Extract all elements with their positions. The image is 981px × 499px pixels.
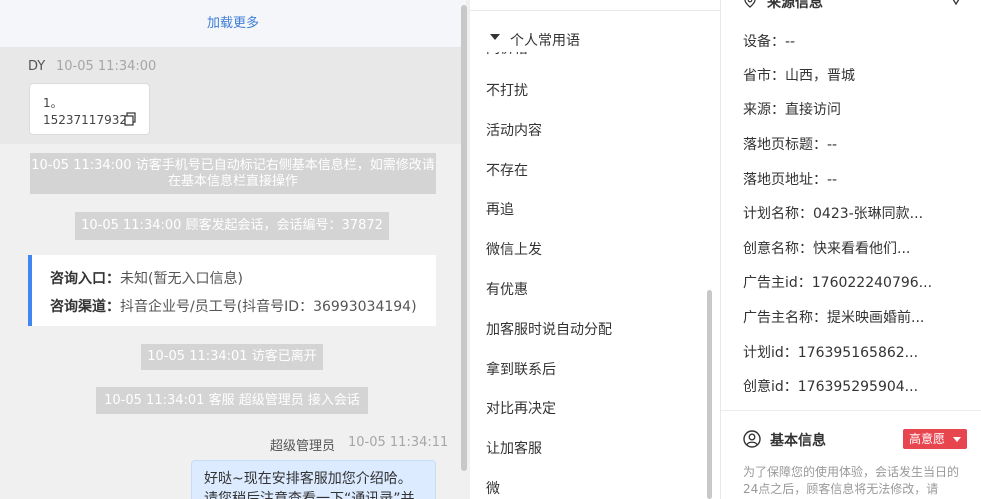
phrase-item[interactable]: 不打扰 bbox=[486, 80, 528, 100]
consult-channel-label: 咨询渠道： bbox=[50, 299, 120, 315]
caret-down-icon bbox=[490, 34, 500, 40]
phrase-item[interactable]: 加客服时说自动分配 bbox=[486, 319, 612, 339]
system-notice-visitor-left: 10-05 11:34:01 访客已离开 bbox=[141, 344, 323, 370]
phrase-item[interactable]: 拿到联系后 bbox=[486, 359, 556, 379]
consult-entry-label: 咨询入口： bbox=[50, 271, 120, 287]
agent-message-bubble: 好哒~现在安排客服加您介绍哈。请您稍后注意查看一下“通讯录”并点 bbox=[191, 460, 436, 499]
intent-level-label: 高意愿 bbox=[909, 432, 946, 446]
system-notice-session-start: 10-05 11:34:00 顾客发起会话，会话编号：37872 bbox=[75, 212, 389, 240]
consult-info-card: 咨询入口：未知(暂无入口信息) 咨询渠道：抖音企业号/员工号(抖音号ID：369… bbox=[28, 255, 436, 326]
message-sender: DY bbox=[28, 59, 46, 74]
phrase-item[interactable]: 再追 bbox=[486, 199, 514, 219]
intent-level-dropdown[interactable]: 高意愿 bbox=[903, 429, 967, 449]
message-time: 10-05 11:34:00 bbox=[56, 59, 157, 74]
user-icon bbox=[743, 430, 761, 448]
consult-entry-row: 咨询入口：未知(暂无入口信息) bbox=[50, 268, 243, 288]
edit-icon[interactable] bbox=[949, 0, 963, 6]
info-row-region: 省市：山西，晋城 bbox=[743, 68, 855, 84]
phrase-item[interactable]: 有优惠 bbox=[486, 279, 528, 299]
common-phrases-panel: 问价格 个人常用语 不打扰 活动内容 不存在 再追 微信上发 有优惠 加客服时说… bbox=[470, 0, 720, 499]
phrase-item[interactable]: 不存在 bbox=[486, 160, 528, 180]
message-sender: 超级管理员 bbox=[270, 439, 336, 454]
system-notice-auto-mark: 10-05 11:34:00 访客手机号已自动标记右侧基本信息栏，如需修改请在基… bbox=[30, 153, 436, 194]
phrase-item[interactable]: 对比再决定 bbox=[486, 398, 556, 418]
info-row-plan-id: 计划id：176395165862... bbox=[743, 345, 919, 361]
caret-down-icon bbox=[953, 437, 961, 442]
phrase-group-title: 个人常用语 bbox=[510, 33, 580, 49]
consult-entry-value: 未知(暂无入口信息) bbox=[120, 271, 243, 287]
info-row-source: 来源：直接访问 bbox=[743, 102, 841, 118]
info-edit-notice: 为了保障您的使用体验，会话发生当日的24点之后，顾客信息将无法修改，请 bbox=[743, 465, 960, 496]
phrase-item[interactable]: 让加客服 bbox=[486, 438, 542, 458]
info-row-plan-name: 计划名称：0423-张琳同款... bbox=[743, 206, 924, 222]
system-notice-agent-join: 10-05 11:34:01 客服 超级管理员 接入会话 bbox=[96, 387, 368, 414]
chat-scrollbar[interactable] bbox=[461, 5, 467, 471]
customer-info-panel: 来源信息 设备：-- 省市：山西，晋城 来源：直接访问 落地页标题：-- 落地页… bbox=[720, 0, 981, 499]
info-row-landing-url: 落地页地址：-- bbox=[743, 172, 838, 188]
phrase-item[interactable]: 微 bbox=[486, 478, 500, 498]
phone-number-text: 15237117932 bbox=[43, 113, 127, 127]
info-row-device: 设备：-- bbox=[743, 34, 796, 50]
divider bbox=[721, 410, 981, 411]
info-row-advertiser-id: 广告主id：176022240796... bbox=[743, 275, 933, 291]
copy-icon[interactable] bbox=[124, 112, 136, 126]
message-bubble: 1。 15237117932 bbox=[29, 83, 150, 135]
info-row-creative-name: 创意名称：快来看看他们... bbox=[743, 241, 911, 257]
info-row-landing-title: 落地页标题：-- bbox=[743, 137, 838, 153]
phrase-item[interactable]: 微信上发 bbox=[486, 239, 542, 259]
message-text-line: 1。 bbox=[43, 96, 63, 110]
phrase-group-header[interactable]: 个人常用语 bbox=[470, 26, 710, 52]
message-time: 10-05 11:34:11 bbox=[348, 435, 449, 450]
load-more-link[interactable]: 加载更多 bbox=[0, 0, 466, 48]
consult-channel-row: 咨询渠道：抖音企业号/员工号(抖音号ID：36993034194) bbox=[50, 296, 417, 316]
phrases-scrollbar[interactable] bbox=[707, 290, 712, 499]
consult-channel-value: 抖音企业号/员工号(抖音号ID：36993034194) bbox=[120, 299, 417, 315]
source-info-title: 来源信息 bbox=[767, 0, 823, 11]
basic-info-title: 基本信息 bbox=[770, 433, 826, 449]
divider bbox=[470, 10, 720, 11]
location-pin-icon bbox=[744, 0, 756, 8]
visitor-message: DY 10-05 11:34:00 1。 15237117932 bbox=[0, 48, 466, 144]
info-row-creative-id: 创意id：176395295904... bbox=[743, 379, 919, 395]
phrase-item[interactable]: 活动内容 bbox=[486, 120, 542, 140]
chat-panel: 加载更多 DY 10-05 11:34:00 1。 15237117932 10… bbox=[0, 0, 470, 499]
info-row-advertiser-name: 广告主名称：提米映画婚前... bbox=[743, 310, 925, 326]
